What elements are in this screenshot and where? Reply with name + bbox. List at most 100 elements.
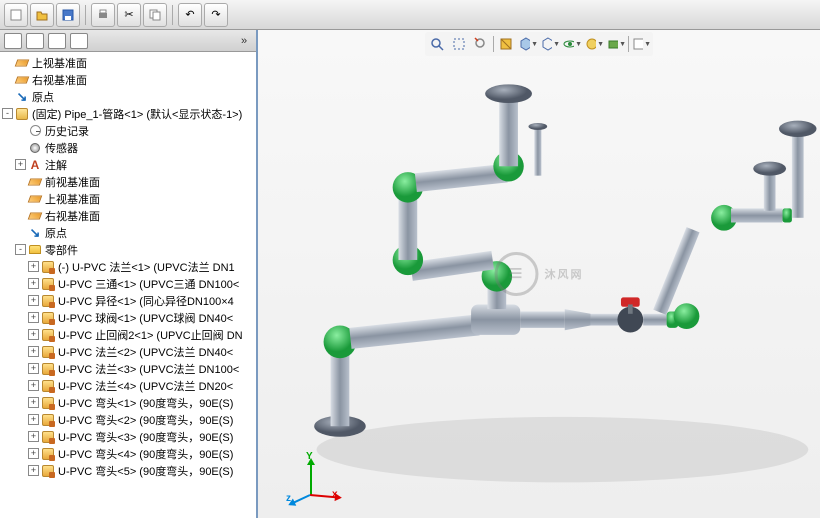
graphics-viewport[interactable]: ▼ ▼ ▼ ▼ ▼ ▼ [258, 30, 820, 518]
tree-node[interactable]: + (-) U-PVC 法兰<1> (UPVC法兰 DN1 [0, 258, 256, 275]
zoom-area-icon[interactable] [449, 34, 469, 54]
tree-node-label: U-PVC 弯头<3> (90度弯头，90E(S) [58, 429, 233, 445]
part-icon [41, 447, 55, 461]
tree-node[interactable]: 右视基准面 [0, 71, 256, 88]
tool-cut[interactable]: ✂ [117, 3, 141, 27]
edit-scene-icon[interactable]: ▼ [584, 34, 604, 54]
expand-toggle[interactable]: + [28, 363, 39, 374]
expand-toggle[interactable]: + [28, 312, 39, 323]
expand-toggle[interactable]: + [28, 261, 39, 272]
view-settings-icon[interactable]: ▼ [631, 34, 651, 54]
tree-node-label: 原点 [45, 225, 67, 241]
tool-undo[interactable]: ↶ [178, 3, 202, 27]
expand-toggle[interactable]: + [15, 159, 26, 170]
tree-node[interactable]: +U-PVC 止回阀2<1> (UPVC止回阀 DN [0, 326, 256, 343]
part-icon [41, 260, 55, 274]
plane-icon [15, 73, 29, 87]
origin-icon: ↘ [15, 90, 29, 104]
tool-open[interactable] [30, 3, 54, 27]
hide-show-icon[interactable]: ▼ [562, 34, 582, 54]
view-orientation-icon[interactable]: ▼ [518, 34, 538, 54]
tree-node[interactable]: +U-PVC 三通<1> (UPVC三通 DN100< [0, 275, 256, 292]
tree-node[interactable]: 传感器 [0, 139, 256, 156]
plane-icon [28, 175, 42, 189]
top-toolbar: ✂ ↶ ↷ [0, 0, 820, 30]
tree-node[interactable]: +U-PVC 法兰<3> (UPVC法兰 DN100< [0, 360, 256, 377]
orientation-triad[interactable]: Y x z [288, 446, 348, 506]
tree-node[interactable]: +U-PVC 弯头<2> (90度弯头，90E(S) [0, 411, 256, 428]
feature-tree-panel: » 上视基准面右视基准面↘原点-(固定) Pipe_1-管路<1> (默认<显示… [0, 30, 258, 518]
display-style-icon[interactable]: ▼ [540, 34, 560, 54]
tree-node[interactable]: + U-PVC 弯头<4> (90度弯头，90E(S) [0, 445, 256, 462]
tree-node[interactable]: + U-PVC 法兰<4> (UPVC法兰 DN20< [0, 377, 256, 394]
view-toolbar: ▼ ▼ ▼ ▼ ▼ ▼ [425, 32, 653, 56]
part-icon [41, 379, 55, 393]
tab-dim[interactable] [70, 33, 88, 49]
axis-z-arrow [290, 494, 311, 505]
tree-node[interactable]: +U-PVC 法兰<2> (UPVC法兰 DN40< [0, 343, 256, 360]
expand-toggle[interactable]: + [28, 329, 39, 340]
tree-node[interactable]: +U-PVC 异径<1> (同心异径DN100×4 [0, 292, 256, 309]
tool-copy[interactable] [143, 3, 167, 27]
tool-save[interactable] [56, 3, 80, 27]
tree-node[interactable]: 上视基准面 [0, 54, 256, 71]
expand-toggle[interactable]: + [28, 397, 39, 408]
tree-node[interactable]: -零部件 [0, 241, 256, 258]
tab-feature-tree[interactable] [4, 33, 22, 49]
tree-node[interactable]: 右视基准面 [0, 207, 256, 224]
sens-icon [28, 141, 42, 155]
pipe-assembly-model[interactable] [258, 30, 820, 518]
tree-node-label: U-PVC 法兰<4> (UPVC法兰 DN20< [58, 378, 233, 394]
section-view-icon[interactable] [496, 34, 516, 54]
part-icon [41, 464, 55, 478]
separator [172, 5, 173, 25]
tree-node-label: 右视基准面 [45, 208, 100, 224]
tree-node-label: (固定) Pipe_1-管路<1> (默认<显示状态-1>) [32, 106, 242, 122]
expand-toggle[interactable]: - [15, 244, 26, 255]
tree-node[interactable]: +U-PVC 弯头<5> (90度弯头，90E(S) [0, 462, 256, 479]
sidebar-collapse-icon[interactable]: » [236, 34, 252, 48]
tree-node[interactable]: 历史记录 [0, 122, 256, 139]
apply-scene-icon[interactable]: ▼ [606, 34, 626, 54]
tree-node[interactable]: + U-PVC 弯头<1> (90度弯头，90E(S) [0, 394, 256, 411]
zoom-fit-icon[interactable] [427, 34, 447, 54]
axis-y-arrow [310, 460, 312, 496]
tree-node[interactable]: - (固定) Pipe_1-管路<1> (默认<显示状态-1>) [0, 105, 256, 122]
axis-y-label: Y [306, 451, 313, 462]
tab-config[interactable] [48, 33, 66, 49]
tree-node-label: 上视基准面 [45, 191, 100, 207]
tree-node[interactable]: 上视基准面 [0, 190, 256, 207]
tree-node[interactable]: +U-PVC 球阀<1> (UPVC球阀 DN40< [0, 309, 256, 326]
expand-toggle[interactable]: + [28, 448, 39, 459]
expand-toggle[interactable]: + [28, 465, 39, 476]
tool-redo[interactable]: ↷ [204, 3, 228, 27]
tree-node-label: U-PVC 弯头<1> (90度弯头，90E(S) [58, 395, 233, 411]
previous-view-icon[interactable] [471, 34, 491, 54]
expand-toggle[interactable]: + [28, 380, 39, 391]
tree-node[interactable]: + U-PVC 弯头<3> (90度弯头，90E(S) [0, 428, 256, 445]
part-icon [41, 413, 55, 427]
part-icon [41, 345, 55, 359]
part-icon [41, 396, 55, 410]
tree-node[interactable]: 前视基准面 [0, 173, 256, 190]
tree-node[interactable]: ↘原点 [0, 224, 256, 241]
tree-node-label: U-PVC 弯头<4> (90度弯头，90E(S) [58, 446, 233, 462]
expand-toggle[interactable]: - [2, 108, 13, 119]
separator [493, 36, 494, 52]
tool-print[interactable] [91, 3, 115, 27]
tree-node[interactable]: +A注解 [0, 156, 256, 173]
expand-toggle[interactable]: + [28, 346, 39, 357]
plane-icon [15, 56, 29, 70]
tab-property[interactable] [26, 33, 44, 49]
separator [85, 5, 86, 25]
tree-node-label: (-) U-PVC 法兰<1> (UPVC法兰 DN1 [58, 259, 235, 275]
main-area: » 上视基准面右视基准面↘原点-(固定) Pipe_1-管路<1> (默认<显示… [0, 30, 820, 518]
expand-toggle[interactable]: + [28, 295, 39, 306]
expand-toggle[interactable]: + [28, 278, 39, 289]
tool-new[interactable] [4, 3, 28, 27]
expand-toggle[interactable]: + [28, 431, 39, 442]
part-icon [41, 328, 55, 342]
feature-tree[interactable]: 上视基准面右视基准面↘原点-(固定) Pipe_1-管路<1> (默认<显示状态… [0, 52, 256, 518]
expand-toggle[interactable]: + [28, 414, 39, 425]
tree-node[interactable]: ↘原点 [0, 88, 256, 105]
